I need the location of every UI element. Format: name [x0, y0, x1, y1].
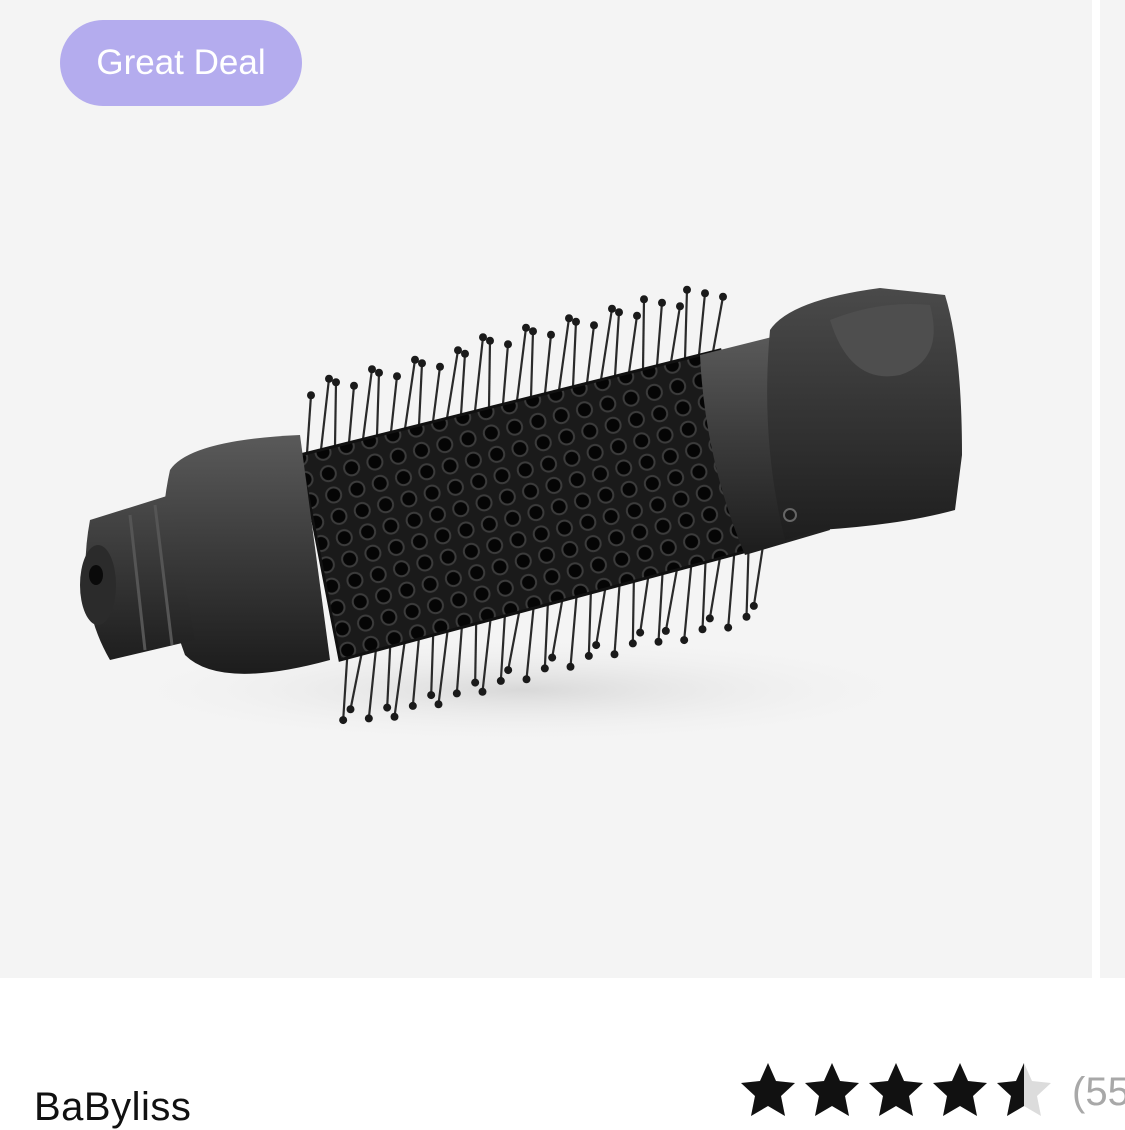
star-rating	[738, 1060, 1054, 1120]
star-icon	[933, 1063, 987, 1116]
product-image	[80, 285, 962, 745]
star-icon	[869, 1063, 923, 1116]
great-deal-badge: Great Deal	[60, 20, 302, 106]
star-icon	[997, 1063, 1051, 1116]
brand-name[interactable]: BaByliss	[34, 1085, 191, 1130]
review-count[interactable]: (55	[1072, 1070, 1125, 1115]
star-icon	[741, 1063, 795, 1116]
next-image-panel[interactable]	[1100, 0, 1125, 978]
star-icon	[805, 1063, 859, 1116]
product-image-panel[interactable]	[0, 0, 1092, 978]
